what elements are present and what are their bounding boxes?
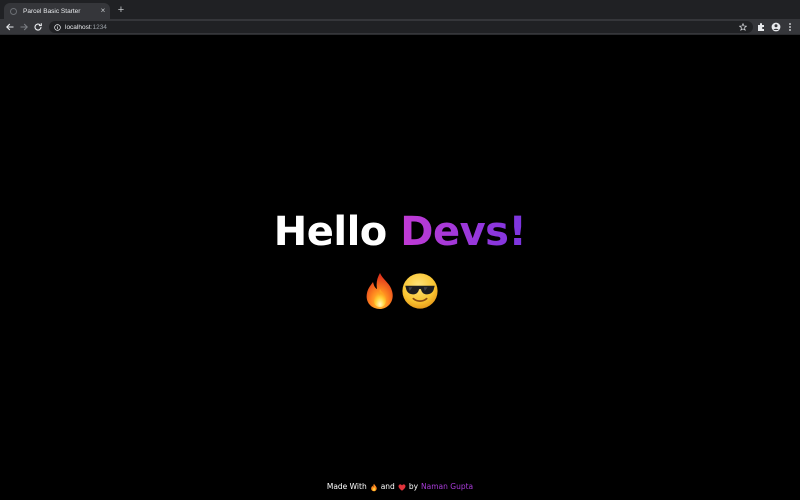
- bookmark-star-icon[interactable]: [739, 23, 747, 31]
- hero-highlight: Devs!: [400, 209, 527, 255]
- author-name[interactable]: Naman Gupta: [421, 481, 473, 493]
- footer-and: and: [380, 482, 395, 491]
- browser-menu-button[interactable]: [783, 20, 797, 34]
- forward-button[interactable]: [17, 20, 31, 34]
- browser-tab[interactable]: Parcel Basic Starter ×: [4, 3, 110, 19]
- tab-title: Parcel Basic Starter: [23, 7, 81, 15]
- kebab-menu-icon: [789, 23, 791, 31]
- hero-heading: Hello Devs!: [0, 206, 800, 258]
- info-icon[interactable]: [54, 23, 61, 31]
- footer-made-with: Made With: [326, 482, 367, 491]
- emoji-row: [0, 271, 800, 311]
- sunglasses-emoji-icon: [402, 273, 438, 309]
- back-arrow-icon: [6, 23, 14, 31]
- url-port: :1234: [90, 23, 107, 31]
- new-tab-button[interactable]: +: [114, 3, 128, 17]
- address-bar[interactable]: localhost:1234: [49, 21, 753, 33]
- fire-emoji-icon: [366, 273, 393, 309]
- footer-by: by: [408, 482, 419, 491]
- url-text: localhost:1234: [65, 24, 107, 31]
- puzzle-piece-icon: [758, 23, 764, 31]
- tab-strip: Parcel Basic Starter × +: [0, 0, 800, 19]
- extensions-button[interactable]: [754, 20, 768, 34]
- hero-greeting: Hello: [273, 209, 388, 255]
- tab-favicon-icon: [10, 7, 17, 15]
- fire-emoji-small-icon: [370, 483, 377, 491]
- reload-icon: [34, 23, 42, 31]
- profile-button[interactable]: [769, 20, 783, 34]
- profile-avatar-icon: [771, 22, 781, 32]
- back-button[interactable]: [3, 20, 17, 34]
- forward-arrow-icon: [20, 23, 28, 31]
- browser-toolbar: localhost:1234: [0, 19, 800, 35]
- url-host: localhost: [65, 23, 91, 31]
- reload-button[interactable]: [31, 20, 45, 34]
- tab-close-icon[interactable]: ×: [98, 6, 108, 16]
- footer: Made With and by Naman Gupta: [0, 481, 800, 493]
- page-content: Hello Devs! Made With and by Naman Gupta: [0, 36, 800, 500]
- heart-emoji-icon: [398, 483, 406, 491]
